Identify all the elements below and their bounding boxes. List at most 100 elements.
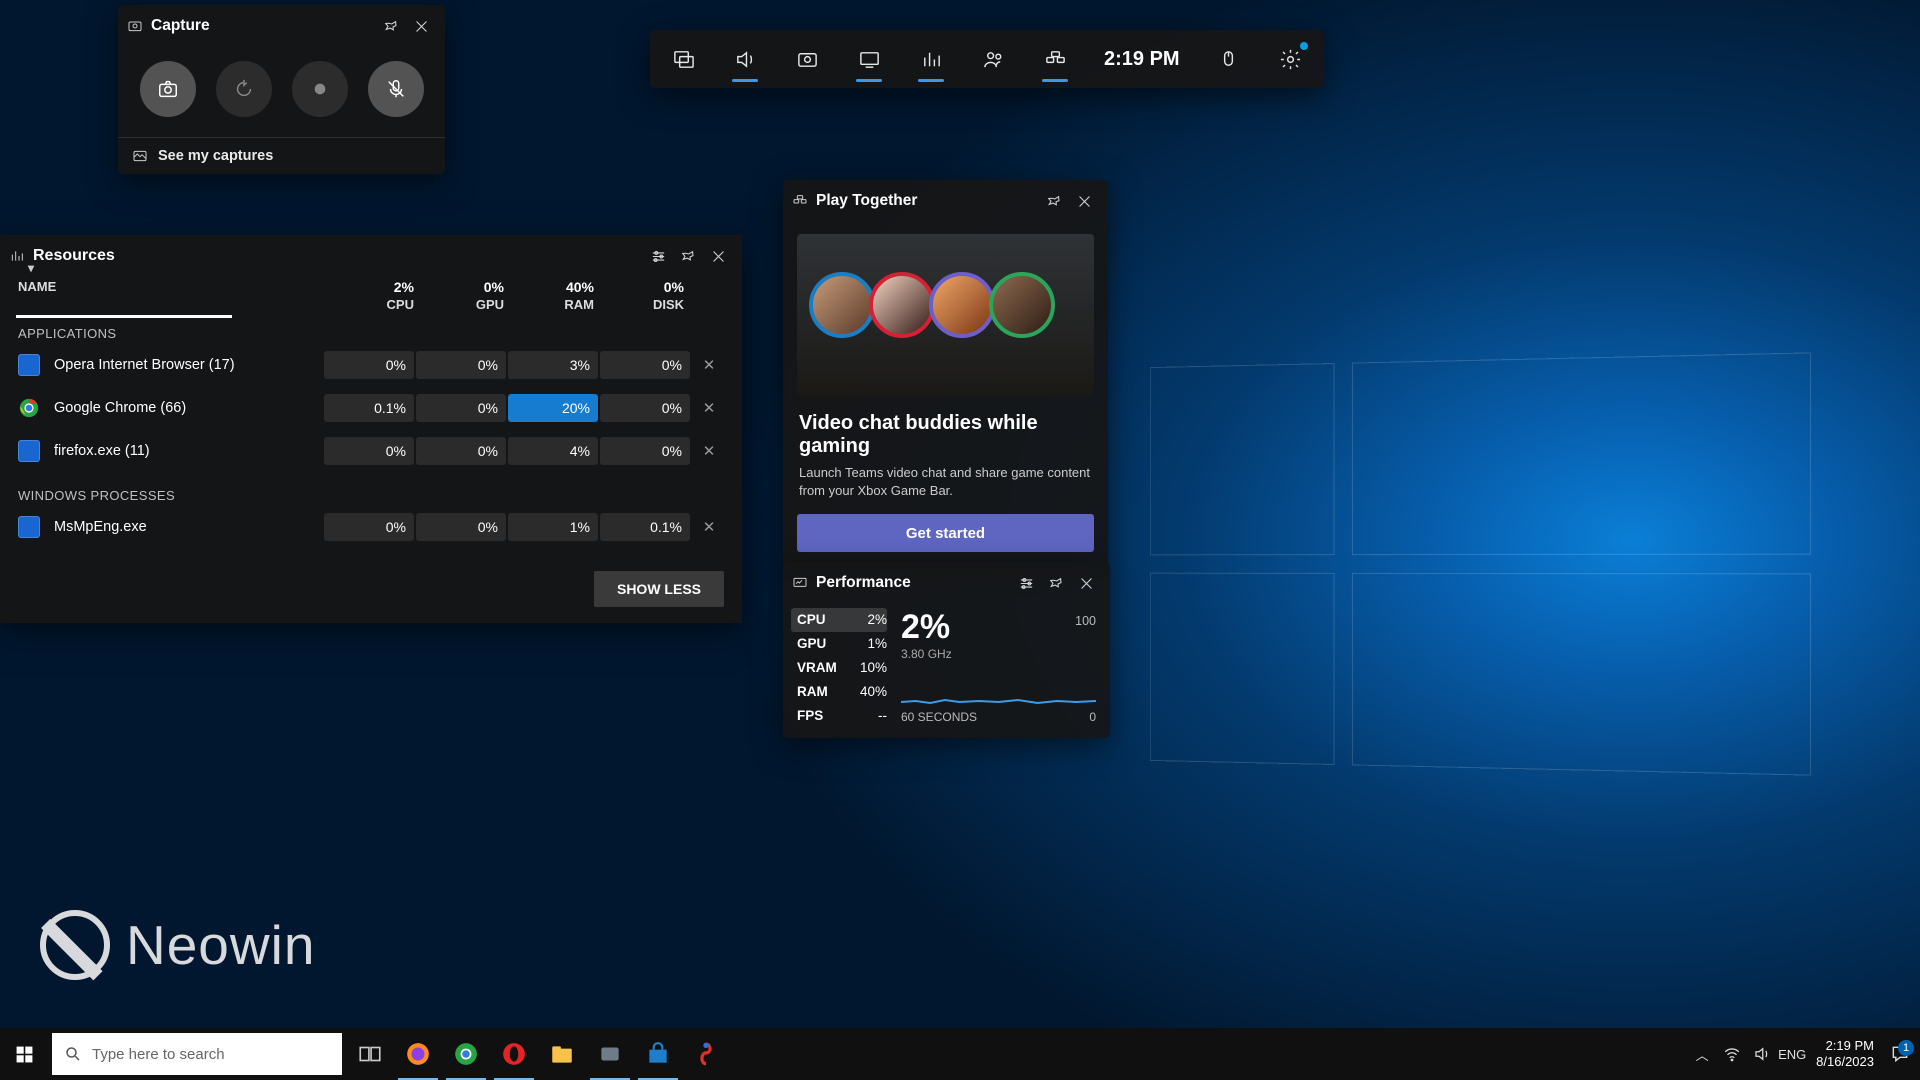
taskbar-app-opera[interactable] xyxy=(490,1028,538,1080)
xbox-social-button[interactable] xyxy=(962,34,1024,84)
kill-process-button[interactable]: ✕ xyxy=(690,356,728,374)
taskbar-app-chrome[interactable] xyxy=(442,1028,490,1080)
avatar xyxy=(809,272,875,338)
pin-icon[interactable] xyxy=(1041,568,1071,598)
gpu-cell: 0% xyxy=(416,437,506,465)
audio-button[interactable] xyxy=(714,34,776,84)
performance-title: Performance xyxy=(816,574,911,592)
play-description: Launch Teams video chat and share game c… xyxy=(783,464,1108,500)
process-name: firefox.exe (11) xyxy=(54,443,322,459)
resources-columns[interactable]: ▾NAME 2%CPU 0%GPU 40%RAM 0%DISK xyxy=(0,277,742,312)
volume-icon[interactable] xyxy=(1750,1042,1774,1066)
teams-icon xyxy=(792,193,808,209)
pin-icon[interactable] xyxy=(1039,186,1069,216)
perf-chart: 2% 3.80 GHz 100 60 SECONDS 0 xyxy=(887,608,1096,728)
process-row[interactable]: MsMpEng.exe 0% 0% 1% 0.1% ✕ xyxy=(18,507,728,547)
capture-button[interactable] xyxy=(776,34,838,84)
wifi-icon[interactable] xyxy=(1720,1042,1744,1066)
taskbar-search[interactable]: Type here to search xyxy=(52,1033,342,1075)
process-row[interactable]: firefox.exe (11) 0% 0% 4% 0% ✕ xyxy=(18,431,728,471)
process-row[interactable]: Opera Internet Browser (17) 0% 0% 3% 0% … xyxy=(18,345,728,385)
resources-widget: Resources ▾NAME 2%CPU 0%GPU 40%RAM 0%DIS… xyxy=(0,235,742,623)
show-less-button[interactable]: SHOW LESS xyxy=(594,571,724,607)
topbar-clock: 2:19 PM xyxy=(1086,48,1198,71)
play-together-title: Play Together xyxy=(816,192,917,210)
start-button[interactable] xyxy=(0,1028,48,1080)
resources-settings-icon[interactable] xyxy=(643,241,673,271)
taskbar-app-explorer[interactable] xyxy=(538,1028,586,1080)
process-name: Google Chrome (66) xyxy=(54,400,322,416)
get-started-button[interactable]: Get started xyxy=(797,514,1094,552)
play-headline: Video chat buddies while gaming xyxy=(783,396,1108,464)
ram-cell: 3% xyxy=(508,351,598,379)
gpu-cell: 0% xyxy=(416,351,506,379)
perf-stat-row[interactable]: GPU1% xyxy=(797,632,887,656)
task-view-button[interactable] xyxy=(346,1028,394,1080)
tray-overflow-icon[interactable]: ︿ xyxy=(1690,1042,1714,1066)
avatar xyxy=(869,272,935,338)
capture-title: Capture xyxy=(151,17,210,35)
perf-xlabel: 60 SECONDS xyxy=(901,710,977,724)
cpu-cell: 0.1% xyxy=(324,394,414,422)
taskbar-datetime[interactable]: 2:19 PM8/16/2023 xyxy=(1810,1038,1880,1069)
disk-cell: 0% xyxy=(600,351,690,379)
display-button[interactable] xyxy=(838,34,900,84)
search-icon xyxy=(64,1045,82,1063)
perf-xzero: 0 xyxy=(1089,710,1096,724)
taskbar: Type here to search ︿ ENG 2:19 PM8/16/20… xyxy=(0,1028,1920,1080)
perf-stat-row[interactable]: FPS-- xyxy=(797,704,887,728)
avatar xyxy=(989,272,1055,338)
perf-stat-row[interactable]: RAM40% xyxy=(797,680,887,704)
neowin-watermark: Neowin xyxy=(40,910,315,980)
mic-toggle-button[interactable] xyxy=(368,61,424,117)
taskbar-app-misc[interactable] xyxy=(682,1028,730,1080)
performance-icon xyxy=(792,575,808,591)
disk-cell: 0% xyxy=(600,394,690,422)
pin-icon[interactable] xyxy=(376,11,406,41)
windows-processes-section-label: WINDOWS PROCESSES xyxy=(0,474,742,507)
kill-process-button[interactable]: ✕ xyxy=(690,399,728,417)
language-indicator[interactable]: ENG xyxy=(1780,1042,1804,1066)
perf-stats-list[interactable]: CPU2%GPU1%VRAM10%RAM40%FPS-- xyxy=(797,608,887,728)
performance-button[interactable] xyxy=(900,34,962,84)
disk-cell: 0% xyxy=(600,437,690,465)
action-center-icon[interactable]: 1 xyxy=(1886,1040,1914,1068)
gallery-icon xyxy=(132,148,148,164)
disk-cell: 0.1% xyxy=(600,513,690,541)
close-icon[interactable] xyxy=(1071,568,1101,598)
perf-settings-icon[interactable] xyxy=(1011,568,1041,598)
close-icon[interactable] xyxy=(1069,186,1099,216)
process-row[interactable]: Google Chrome (66) 0.1% 0% 20% 0% ✕ xyxy=(18,388,728,428)
mouse-button[interactable] xyxy=(1198,34,1260,84)
see-my-captures-link[interactable]: See my captures xyxy=(118,137,445,174)
play-together-widget: Play Together Video chat buddies while g… xyxy=(783,180,1108,568)
capture-widget: Capture See my captures xyxy=(118,5,445,174)
cpu-cell: 0% xyxy=(324,437,414,465)
cpu-cell: 0% xyxy=(324,513,414,541)
gpu-cell: 0% xyxy=(416,513,506,541)
perf-stat-row[interactable]: CPU2% xyxy=(791,608,887,632)
close-icon[interactable] xyxy=(703,241,733,271)
gamebar-topbar: 2:19 PM xyxy=(650,30,1324,88)
settings-button[interactable] xyxy=(1260,34,1322,84)
resources-icon xyxy=(9,248,25,264)
screenshot-button[interactable] xyxy=(140,61,196,117)
kill-process-button[interactable]: ✕ xyxy=(690,518,728,536)
taskbar-app-firefox[interactable] xyxy=(394,1028,442,1080)
ram-cell: 1% xyxy=(508,513,598,541)
ram-cell: 4% xyxy=(508,437,598,465)
taskbar-app-generic[interactable] xyxy=(586,1028,634,1080)
record-last-button[interactable] xyxy=(216,61,272,117)
play-together-button[interactable] xyxy=(1024,34,1086,84)
windows-logo-decor xyxy=(1150,352,1811,775)
record-button[interactable] xyxy=(292,61,348,117)
perf-stat-row[interactable]: VRAM10% xyxy=(797,656,887,680)
widgets-menu-button[interactable] xyxy=(652,34,714,84)
pin-icon[interactable] xyxy=(673,241,703,271)
taskbar-app-store[interactable] xyxy=(634,1028,682,1080)
kill-process-button[interactable]: ✕ xyxy=(690,442,728,460)
cpu-cell: 0% xyxy=(324,351,414,379)
resources-title: Resources xyxy=(33,247,115,265)
capture-icon xyxy=(127,18,143,34)
close-icon[interactable] xyxy=(406,11,436,41)
